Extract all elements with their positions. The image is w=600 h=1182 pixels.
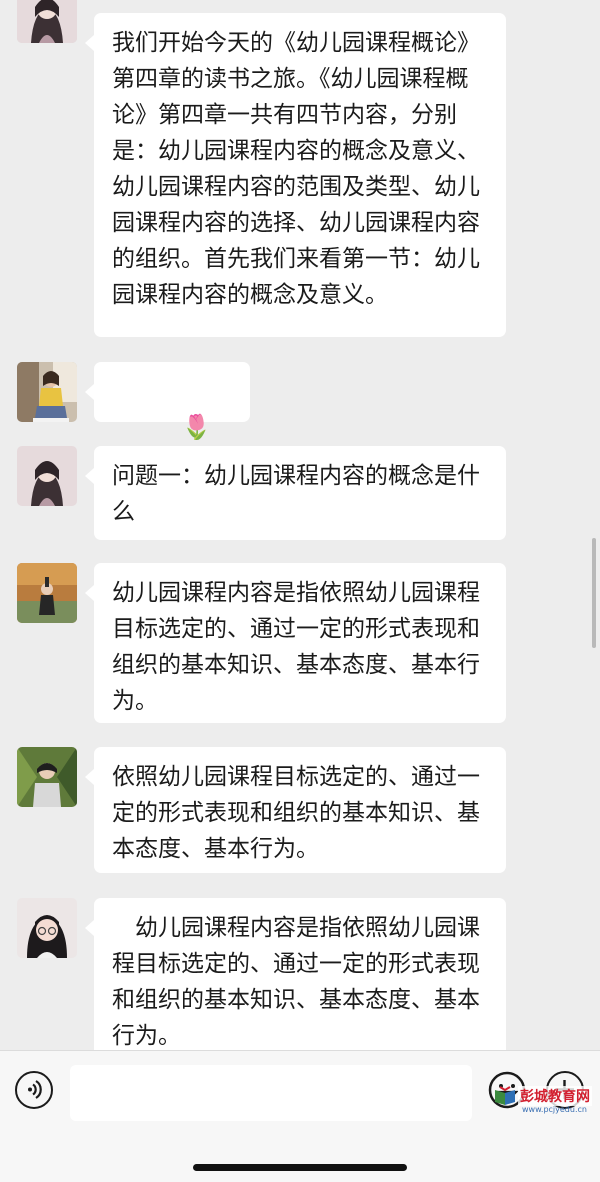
message-bubble[interactable]: 依照幼儿园课程目标选定的、通过一定的形式表现和组织的基本知识、基本态度、基本行为…	[85, 747, 506, 873]
home-indicator[interactable]	[193, 1164, 407, 1171]
watermark-url: www.pcjyedu.cn	[522, 1105, 587, 1114]
book-logo-icon	[494, 1086, 516, 1106]
message-bubble[interactable]: 我们开始今天的《幼儿园课程概论》第四章的读书之旅。《幼儿园课程概论》第四章一共有…	[85, 13, 506, 337]
message-bubble[interactable]: 🌷🌷🌷🌷	[85, 362, 250, 477]
avatar[interactable]	[17, 563, 77, 623]
voice-icon[interactable]	[15, 1071, 53, 1109]
chat-area[interactable]: 我们开始今天的《幼儿园课程概论》第四章的读书之旅。《幼儿园课程概论》第四章一共有…	[0, 0, 600, 1050]
avatar[interactable]	[17, 446, 77, 506]
message-bubble[interactable]: 问题一：幼儿园课程内容的概念是什么	[85, 446, 506, 540]
avatar[interactable]	[17, 0, 77, 43]
chat-input-bar	[0, 1050, 600, 1182]
scrollbar[interactable]	[592, 538, 596, 648]
avatar[interactable]	[17, 747, 77, 807]
message-input[interactable]	[70, 1065, 472, 1121]
watermark-title: 彭城教育网	[518, 1086, 592, 1106]
message-bubble[interactable]: 幼儿园课程内容是指依照幼儿园课程目标选定的、通过一定的形式表现和组织的基本知识、…	[85, 898, 506, 1050]
avatar[interactable]	[17, 362, 77, 422]
avatar[interactable]	[17, 898, 77, 958]
message-bubble[interactable]: 幼儿园课程内容是指依照幼儿园课程目标选定的、通过一定的形式表现和组织的基本知识、…	[85, 563, 506, 723]
